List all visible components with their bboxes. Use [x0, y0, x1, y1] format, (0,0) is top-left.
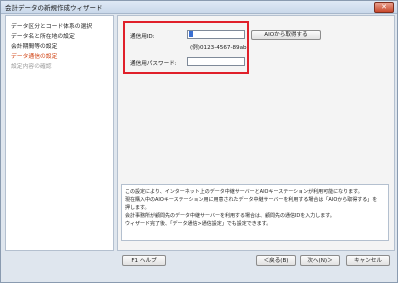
back-button[interactable]: ＜戻る(B): [256, 255, 296, 266]
help-button[interactable]: F1 ヘルプ: [122, 255, 166, 266]
close-button[interactable]: ✕: [374, 2, 394, 13]
description-line: ウィザード完了後、「データ通信>通信設定」でも設定できます。: [125, 221, 272, 227]
sidebar-item-accounting-period: 会計期間等の設定: [11, 44, 58, 50]
sidebar-item-data-communication: データ通信の設定: [11, 54, 58, 60]
description-line: 押します。: [125, 205, 150, 211]
description-line: この設定により、インターネット上のデータ中継サーバーとAIOキーステーションが利…: [125, 189, 363, 195]
sidebar-item-data-name-location: データ名と所在地の設定: [11, 34, 75, 40]
window-title: 会計データの新規作成ウィザード: [5, 4, 103, 12]
get-from-aio-button[interactable]: AIOから取得する: [251, 30, 321, 40]
sidebar-item-confirm-settings: 設定内容の確認: [11, 64, 52, 70]
communication-password-label: 通信用パスワード:: [130, 61, 177, 67]
wizard-steps-sidebar: データ区分とコード体系の選択 データ名と所在地の設定 会計期間等の設定 データ通…: [5, 15, 114, 251]
communication-id-value: [189, 31, 193, 37]
close-icon: ✕: [381, 3, 387, 11]
cancel-button[interactable]: キャンセル: [346, 255, 390, 266]
communication-id-input[interactable]: [187, 30, 245, 39]
title-bar[interactable]: 会計データの新規作成ウィザード ✕: [1, 1, 397, 14]
communication-id-label: 通信用ID:: [130, 34, 155, 40]
description-line: 会計事務所が顧問先のデータ中継サーバーを利用する場合は、顧問先の通信IDを入力し…: [125, 213, 335, 219]
communication-password-input[interactable]: [187, 57, 245, 66]
wizard-window: 会計データの新規作成ウィザード ✕ データ区分とコード体系の選択 データ名と所在…: [0, 0, 398, 283]
next-button[interactable]: 次へ(N)＞: [300, 255, 340, 266]
sidebar-item-data-category: データ区分とコード体系の選択: [11, 24, 93, 30]
communication-id-example: (例)0123-4567-89ab: [190, 45, 247, 51]
description-line: 現在購入中のAIOキーステーション用に用意されたデータ中継サーバーを利用する場合…: [125, 197, 378, 203]
description-panel: この設定により、インターネット上のデータ中継サーバーとAIOキーステーションが利…: [121, 184, 389, 241]
